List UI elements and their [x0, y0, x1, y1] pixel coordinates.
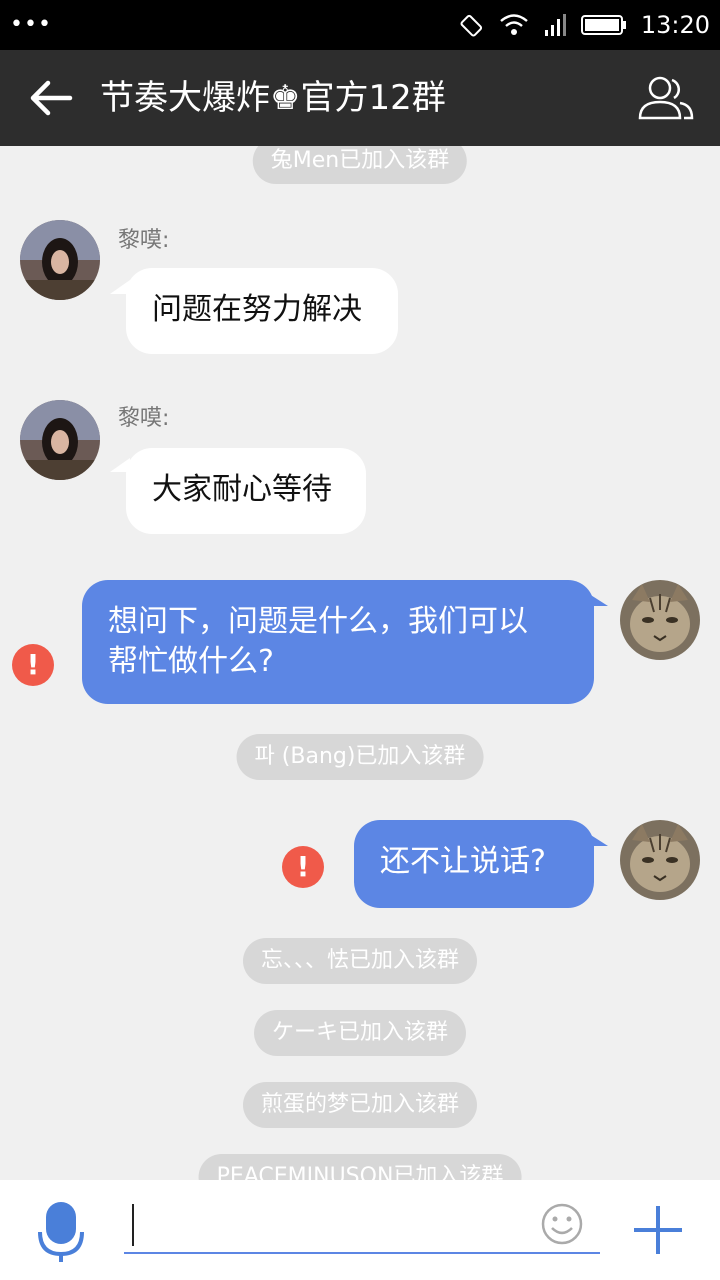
- system-notice: ケーキ已加入该群: [253, 1010, 467, 1056]
- emoji-icon[interactable]: [540, 1202, 584, 1246]
- wifi-icon: [500, 14, 528, 35]
- avatar[interactable]: [620, 820, 700, 900]
- battery-icon: [580, 15, 626, 35]
- message-bubble[interactable]: 想问下，问题是什么，我们可以 帮忙做什么?: [82, 580, 594, 704]
- bubble-tail: [586, 592, 608, 606]
- back-arrow-icon[interactable]: [22, 74, 78, 122]
- message-input[interactable]: [124, 1204, 600, 1254]
- message-line: 帮忙做什么?: [108, 644, 274, 679]
- error-icon[interactable]: !: [282, 846, 324, 888]
- message-bubble[interactable]: 问题在努力解决: [126, 268, 398, 354]
- system-notice: 파 (Bang)已加入该群: [236, 734, 484, 780]
- group-title: 节奏大爆炸♚官方12群: [100, 78, 446, 118]
- status-bar: ••• 13:20: [0, 0, 720, 50]
- message-bubble[interactable]: 大家耐心等待: [126, 448, 366, 534]
- system-notice: PEACEMINUSON已加入该群: [198, 1154, 522, 1180]
- chat-area[interactable]: 兔Men已加入该群 黎嗼: 问题在努力解决 黎嗼: 大家耐心等待 ! 想问下，问…: [0, 146, 720, 1180]
- message-line: 想问下，问题是什么，我们可以: [108, 604, 528, 639]
- rotate-icon: [460, 14, 482, 37]
- microphone-icon[interactable]: [38, 1202, 84, 1262]
- avatar[interactable]: [20, 220, 100, 300]
- system-notice: 兔Men已加入该群: [252, 146, 468, 184]
- sender-name: 黎嗼:: [118, 406, 170, 431]
- bubble-tail: [586, 832, 608, 846]
- text-cursor: [132, 1204, 134, 1246]
- clock: 13:20: [640, 11, 710, 39]
- status-icons: 13:20: [459, 0, 710, 50]
- avatar[interactable]: [20, 400, 100, 480]
- message-bubble[interactable]: 还不让说话?: [354, 820, 594, 908]
- sender-name: 黎嗼:: [118, 228, 170, 253]
- input-bar: [0, 1180, 720, 1280]
- plus-icon[interactable]: [632, 1204, 684, 1256]
- group-members-icon[interactable]: [636, 72, 696, 124]
- system-notice: 煎蛋的梦已加入该群: [242, 1082, 478, 1128]
- signal-icon: [544, 14, 566, 36]
- notification-dots: •••: [10, 12, 52, 37]
- title-bar: 节奏大爆炸♚官方12群: [0, 50, 720, 146]
- avatar[interactable]: [620, 580, 700, 660]
- error-icon[interactable]: !: [12, 644, 54, 686]
- system-notice: 忘、、、怯已加入该群: [242, 938, 478, 984]
